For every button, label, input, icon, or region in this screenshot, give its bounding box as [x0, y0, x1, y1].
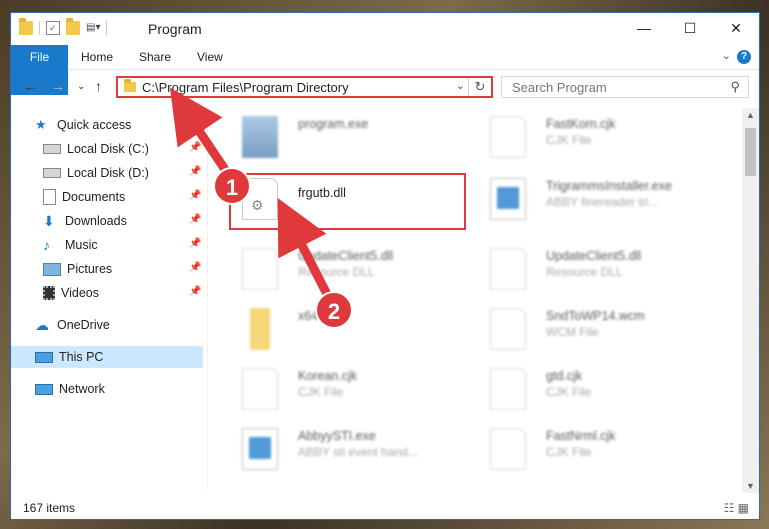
step-1-badge: 1 [213, 167, 251, 205]
step-2-badge: 2 [315, 291, 353, 329]
annotation-arrows [169, 87, 335, 305]
arrow-to-dll-file [277, 197, 335, 305]
